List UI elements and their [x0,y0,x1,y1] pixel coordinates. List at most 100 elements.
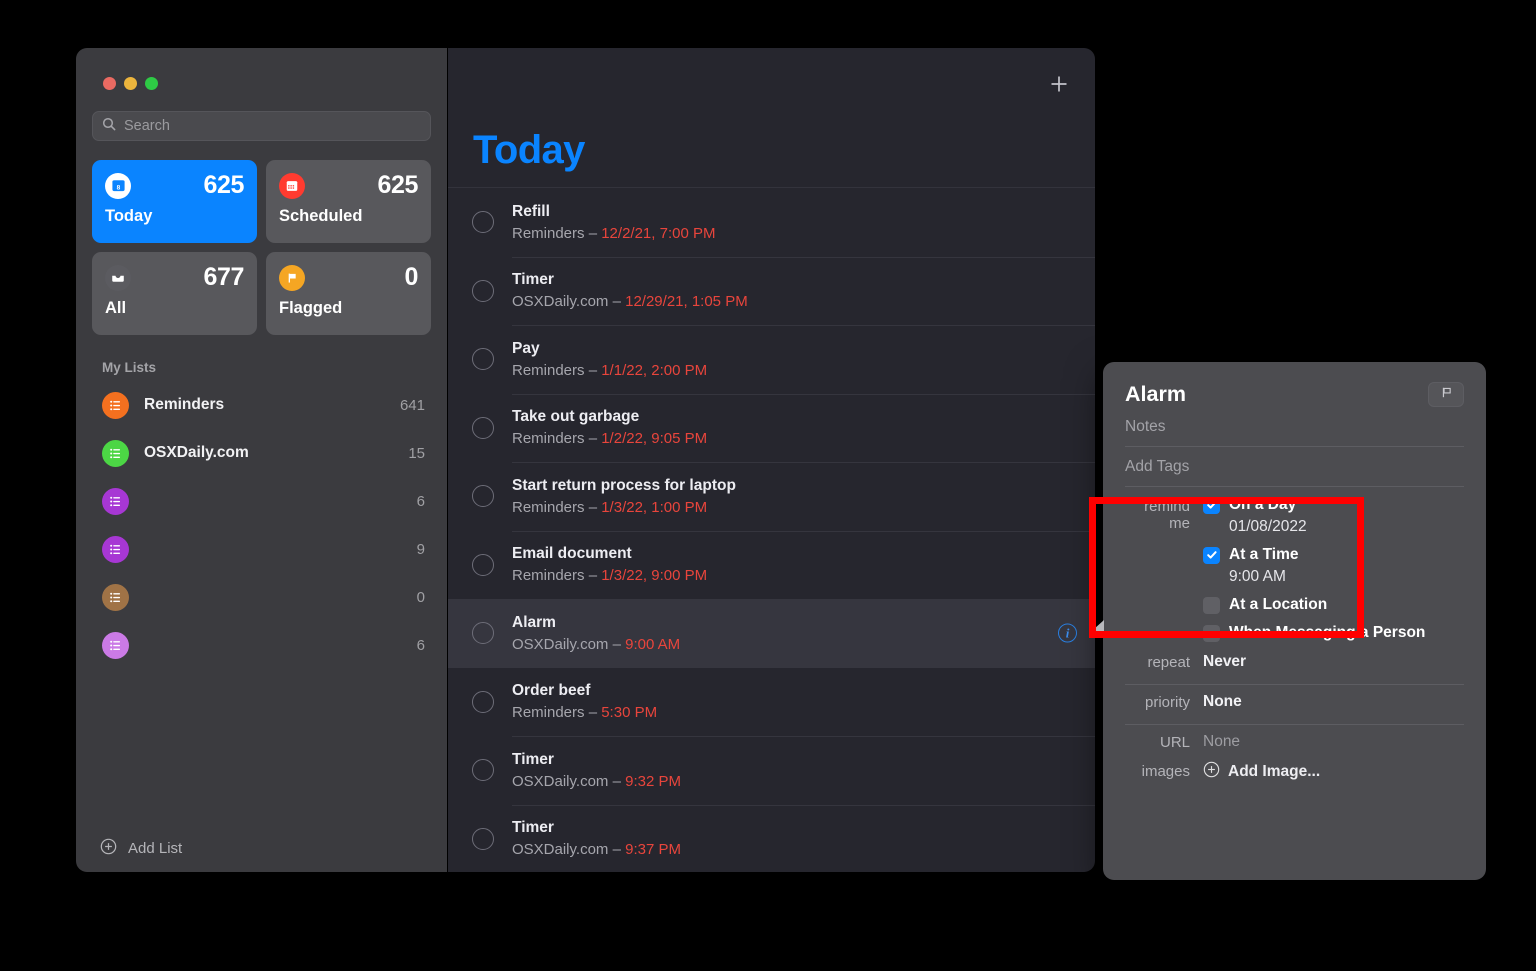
list-item-4[interactable]: 9 [76,525,447,573]
on-a-day-option[interactable]: On a Day [1203,496,1307,514]
list-bullet-icon [102,391,129,419]
add-list-label: Add List [128,839,183,857]
spacer-label [1125,624,1203,626]
spacer-label [1125,596,1203,598]
reminder-text: Order beef Reminders – 5:30 PM [512,682,657,721]
info-icon[interactable]: i [1058,623,1077,643]
content-header: Today [448,48,1095,188]
smart-list-all[interactable]: 677 All [92,252,257,335]
at-a-time-checkbox[interactable] [1203,546,1220,564]
reminder-date: 9:00 AM [625,635,681,653]
when-messaging-option[interactable]: When Messaging a Person [1203,624,1425,642]
list-item-count: 6 [416,492,425,510]
reminder-list-name: Reminders [512,361,585,379]
remind-me-at-a-time-row: At a Time 9:00 AM [1125,541,1464,591]
notes-field[interactable]: Notes [1125,407,1464,447]
plus-circle-icon [100,838,117,859]
table-row[interactable]: Start return process for laptop Reminder… [448,462,1095,531]
remind-me-on-a-day-row: remind me On a Day 01/08/2022 [1125,491,1464,541]
close-button[interactable] [103,77,116,90]
add-list-button[interactable]: Add List [76,824,447,872]
list-item-5[interactable]: 0 [76,573,447,621]
reminder-separator: – [588,498,598,516]
complete-checkbox[interactable] [472,211,494,234]
list-item-count: 9 [416,540,425,558]
table-row[interactable]: Pay Reminders – 1/1/22, 2:00 PM [448,325,1095,394]
minimize-button[interactable] [124,77,137,90]
reminder-list-name: Reminders [512,430,585,448]
list-item-3[interactable]: 6 [76,477,447,525]
list-item-6[interactable]: 6 [76,621,447,669]
on-a-day-block: On a Day 01/08/2022 [1203,496,1307,536]
table-row-selected[interactable]: Alarm OSXDaily.com – 9:00 AM i [448,599,1095,668]
table-row[interactable]: Refill Reminders – 12/2/21, 7:00 PM [448,188,1095,257]
complete-checkbox[interactable] [472,416,494,439]
reminder-date: 1/3/22, 1:00 PM [601,498,708,516]
reminder-meta: Reminders – 1/3/22, 9:00 PM [512,567,707,584]
reminder-date: 1/2/22, 9:05 PM [601,430,708,448]
zoom-button[interactable] [145,77,158,90]
search-field[interactable] [92,111,431,141]
at-a-location-checkbox[interactable] [1203,596,1220,614]
reminder-title: Order beef [512,682,591,700]
reminder-title: Timer [512,271,554,289]
complete-checkbox[interactable] [472,690,494,713]
reminder-date: 9:37 PM [625,841,681,859]
add-image-button[interactable]: Add Image... [1203,761,1320,783]
url-row[interactable]: URL None [1125,727,1464,756]
at-a-time-value[interactable]: 9:00 AM [1229,568,1299,586]
reminder-title: Refill [512,202,550,220]
table-row[interactable]: Timer OSXDaily.com – 9:37 PM [448,804,1095,873]
at-a-time-option[interactable]: At a Time [1203,546,1299,564]
table-row[interactable]: Timer OSXDaily.com – 12/29/21, 1:05 PM [448,256,1095,326]
complete-checkbox[interactable] [472,827,494,850]
list-bullet-icon [102,487,129,515]
complete-checkbox[interactable] [472,759,494,782]
table-row[interactable]: Timer OSXDaily.com – 9:32 PM [448,736,1095,805]
tags-field[interactable]: Add Tags [1125,447,1464,487]
add-reminder-button[interactable] [1045,70,1073,98]
reminder-text: Timer OSXDaily.com – 12/29/21, 1:05 PM [512,271,748,310]
url-value[interactable]: None [1203,732,1240,751]
screenshot-root: 8 625 Today [0,0,1536,971]
smart-list-flagged[interactable]: 0 Flagged [266,252,431,335]
complete-checkbox[interactable] [472,553,494,576]
table-row[interactable]: Order beef Reminders – 5:30 PM [448,668,1095,737]
reminder-separator: – [588,224,598,242]
priority-value[interactable]: None [1203,692,1242,711]
on-a-day-date-value[interactable]: 01/08/2022 [1229,518,1307,536]
on-a-day-checkbox[interactable] [1203,496,1220,514]
on-a-day-label: On a Day [1229,496,1297,513]
list-item-label: Reminders [144,396,225,413]
table-row[interactable]: Email document Reminders – 1/3/22, 9:00 … [448,530,1095,600]
page-title: Today [473,128,585,172]
list-item-reminders[interactable]: Reminders 641 [76,381,447,429]
reminder-meta: OSXDaily.com – 9:32 PM [512,773,681,790]
remind-me-at-a-location-row: At a Location [1125,591,1464,619]
smart-list-today[interactable]: 8 625 Today [92,160,257,243]
repeat-value[interactable]: Never [1203,652,1246,671]
list-item-label: OSXDaily.com [144,444,249,461]
smart-list-scheduled[interactable]: 625 Scheduled [266,160,431,243]
reminder-list-name: Reminders [512,704,585,722]
at-a-location-option[interactable]: At a Location [1203,596,1327,614]
complete-checkbox[interactable] [472,348,494,371]
divider [1125,684,1464,685]
reminder-meta: OSXDaily.com – 12/29/21, 1:05 PM [512,293,748,310]
complete-checkbox[interactable] [472,622,494,645]
when-messaging-checkbox[interactable] [1203,624,1220,642]
flag-toggle-button[interactable] [1428,382,1464,407]
reminder-list-name: OSXDaily.com [512,293,609,311]
priority-row[interactable]: priority None [1125,687,1464,716]
smart-list-count: 625 [203,171,244,199]
repeat-row[interactable]: repeat Never [1125,647,1464,676]
reminder-text: Timer OSXDaily.com – 9:32 PM [512,751,681,790]
smart-list-label: All [105,299,127,317]
complete-checkbox[interactable] [472,485,494,508]
complete-checkbox[interactable] [472,279,494,302]
reminders-content: Today Refill Reminders – 12/2/21, 7:00 P… [448,48,1095,872]
search-input[interactable] [124,118,421,134]
search-icon [102,117,116,136]
list-item-osxdaily[interactable]: OSXDaily.com 15 [76,429,447,477]
table-row[interactable]: Take out garbage Reminders – 1/2/22, 9:0… [448,393,1095,463]
